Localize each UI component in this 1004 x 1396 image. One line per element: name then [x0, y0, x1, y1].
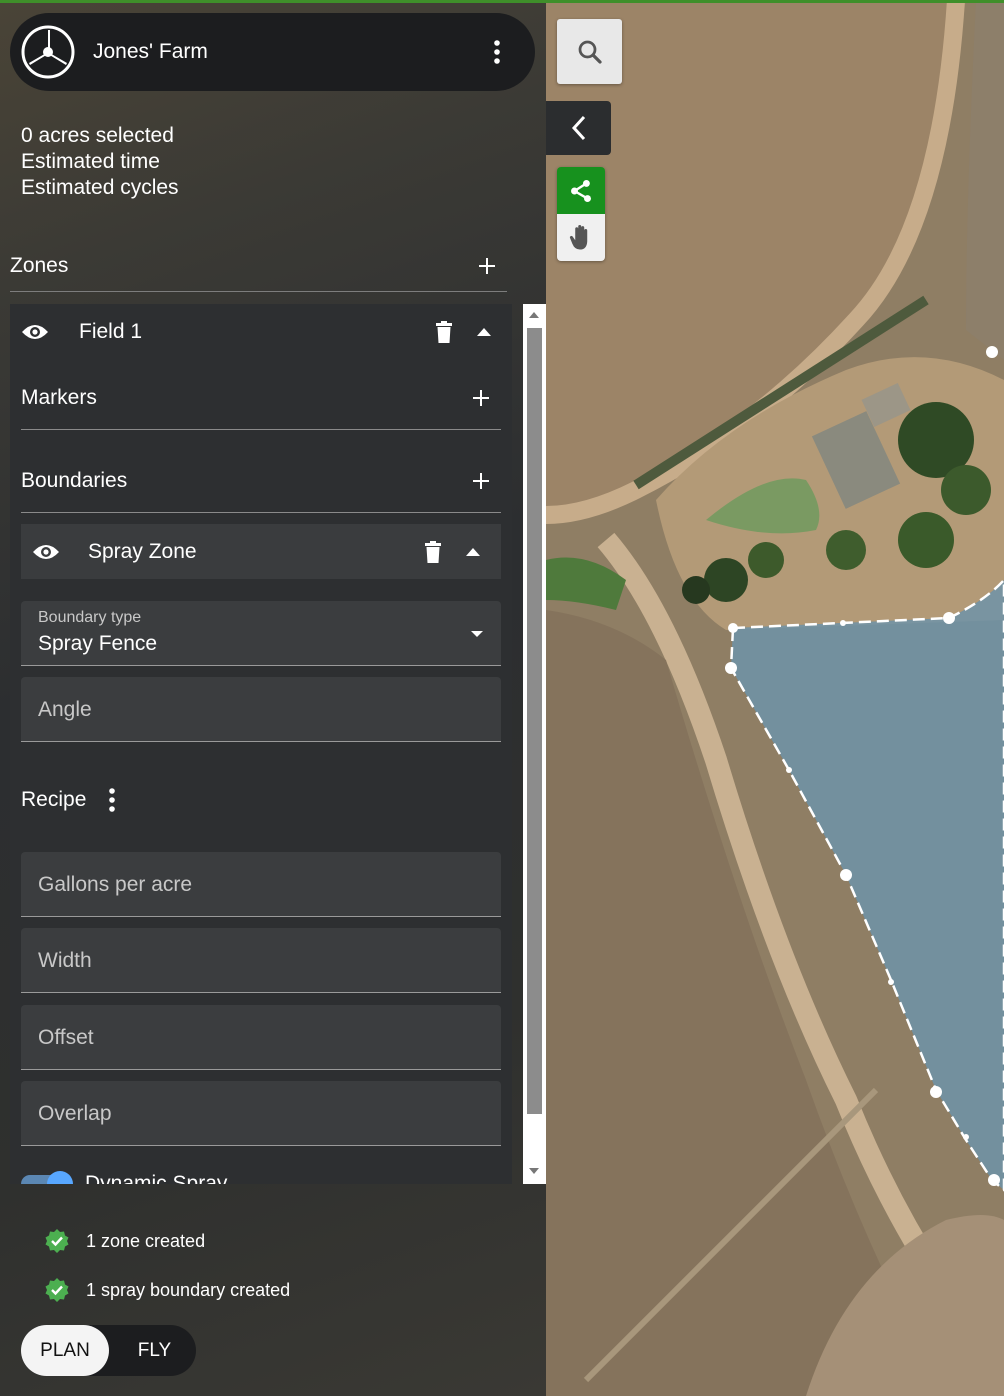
search-icon: [578, 40, 602, 64]
plus-icon: [479, 257, 495, 274]
plan-mode-button[interactable]: PLAN: [21, 1325, 109, 1376]
sidebar: Jones' Farm 0 acres selected Estimated t…: [0, 0, 546, 1396]
fly-mode-button[interactable]: FLY: [113, 1325, 196, 1376]
add-marker-button[interactable]: [461, 378, 501, 418]
delete-field-button[interactable]: [424, 312, 464, 352]
zone-panel[interactable]: Field 1 Markers Boundaries Spray Zone Bo…: [10, 304, 512, 1184]
recipe-title: Recipe: [21, 788, 87, 811]
field-row: Field 1: [10, 304, 512, 360]
offset-placeholder: Offset: [38, 1026, 94, 1049]
zone-visibility-button[interactable]: [26, 532, 66, 572]
map-imagery: [546, 0, 1004, 1396]
add-boundary-button[interactable]: [461, 461, 501, 501]
caret-up-icon: [477, 328, 491, 336]
caret-up-icon: [466, 547, 480, 556]
collapse-sidebar-button[interactable]: [546, 101, 611, 155]
farm-menu-button[interactable]: [477, 32, 517, 72]
more-vertical-icon: [109, 788, 116, 812]
boundary-type-select[interactable]: Boundary type Spray Fence: [21, 601, 501, 666]
farm-name: Jones' Farm: [93, 40, 208, 63]
more-vertical-icon: [494, 40, 500, 64]
check-badge-icon: [45, 1229, 69, 1253]
check-badge-icon: [45, 1278, 69, 1302]
width-input[interactable]: Width: [21, 928, 501, 993]
plus-icon: [473, 472, 489, 489]
recipe-menu-button[interactable]: [92, 780, 132, 820]
chevron-left-icon: [571, 115, 585, 141]
estimated-time: Estimated time: [21, 150, 160, 173]
markers-label: Markers: [21, 385, 97, 409]
dynamic-spray-row: Dynamic Spray: [21, 1164, 227, 1184]
acres-selected: 0 acres selected: [21, 124, 174, 147]
overlap-placeholder: Overlap: [38, 1102, 112, 1125]
gallons-per-acre-input[interactable]: Gallons per acre: [21, 852, 501, 917]
zones-title: Zones: [10, 253, 69, 277]
boundaries-label: Boundaries: [21, 468, 128, 492]
scroll-thumb[interactable]: [527, 328, 542, 1114]
plus-icon: [473, 389, 489, 406]
angle-input[interactable]: Angle: [21, 677, 501, 742]
field-name: Field 1: [79, 320, 143, 343]
delete-zone-button[interactable]: [413, 532, 453, 572]
field-visibility-button[interactable]: [15, 312, 55, 352]
eye-icon: [33, 544, 59, 559]
dropdown-caret-icon: [471, 631, 483, 637]
width-placeholder: Width: [38, 949, 92, 972]
add-zone-button[interactable]: [467, 246, 507, 286]
markers-section: Markers: [21, 366, 501, 430]
satellite-map[interactable]: [546, 0, 1004, 1396]
overlap-input[interactable]: Overlap: [21, 1081, 501, 1146]
angle-placeholder: Angle: [38, 698, 92, 721]
hand-pan-icon: [569, 224, 588, 250]
dynamic-spray-label: Dynamic Spray: [85, 1172, 228, 1184]
panel-scrollbar[interactable]: [523, 304, 546, 1184]
farm-header: Jones' Farm: [10, 13, 535, 91]
trash-icon: [436, 321, 452, 343]
toggle-knob: [47, 1171, 73, 1184]
mode-toggle: PLAN FLY: [21, 1325, 196, 1376]
trash-icon: [425, 540, 441, 563]
collapse-zone-button[interactable]: [453, 532, 493, 572]
map-search-button[interactable]: [557, 19, 622, 84]
top-accent-line: [0, 0, 1004, 3]
dynamic-spray-toggle[interactable]: [21, 1171, 73, 1184]
boundaries-section: Boundaries: [21, 449, 501, 513]
offset-input[interactable]: Offset: [21, 1005, 501, 1070]
scroll-down-arrow[interactable]: [529, 1168, 539, 1174]
status-boundary-created: 1 spray boundary created: [44, 1277, 290, 1303]
status-text: 1 zone created: [86, 1230, 206, 1251]
zones-header: Zones: [10, 240, 507, 292]
eye-icon: [22, 325, 48, 339]
polygon-draw-icon: [571, 179, 591, 202]
collapse-field-button[interactable]: [464, 312, 504, 352]
recipe-header: Recipe: [21, 778, 132, 822]
status-text: 1 spray boundary created: [86, 1279, 291, 1300]
estimated-cycles: Estimated cycles: [21, 176, 179, 199]
status-zone-created: 1 zone created: [44, 1228, 205, 1254]
boundary-type-label: Boundary type: [38, 609, 142, 626]
gallons-placeholder: Gallons per acre: [38, 873, 193, 896]
hand-pan-tool-button[interactable]: [557, 214, 605, 261]
polygon-draw-tool-button[interactable]: [557, 167, 605, 214]
mission-stats: 0 acres selected Estimated time Estimate…: [21, 123, 179, 201]
boundary-type-value: Spray Fence: [38, 632, 158, 655]
spray-zone-row: Spray Zone: [21, 524, 501, 579]
map-tool-group: [557, 167, 605, 261]
scroll-up-arrow[interactable]: [529, 312, 539, 318]
drone-logo-icon: [21, 25, 75, 79]
zone-name: Spray Zone: [88, 539, 197, 563]
